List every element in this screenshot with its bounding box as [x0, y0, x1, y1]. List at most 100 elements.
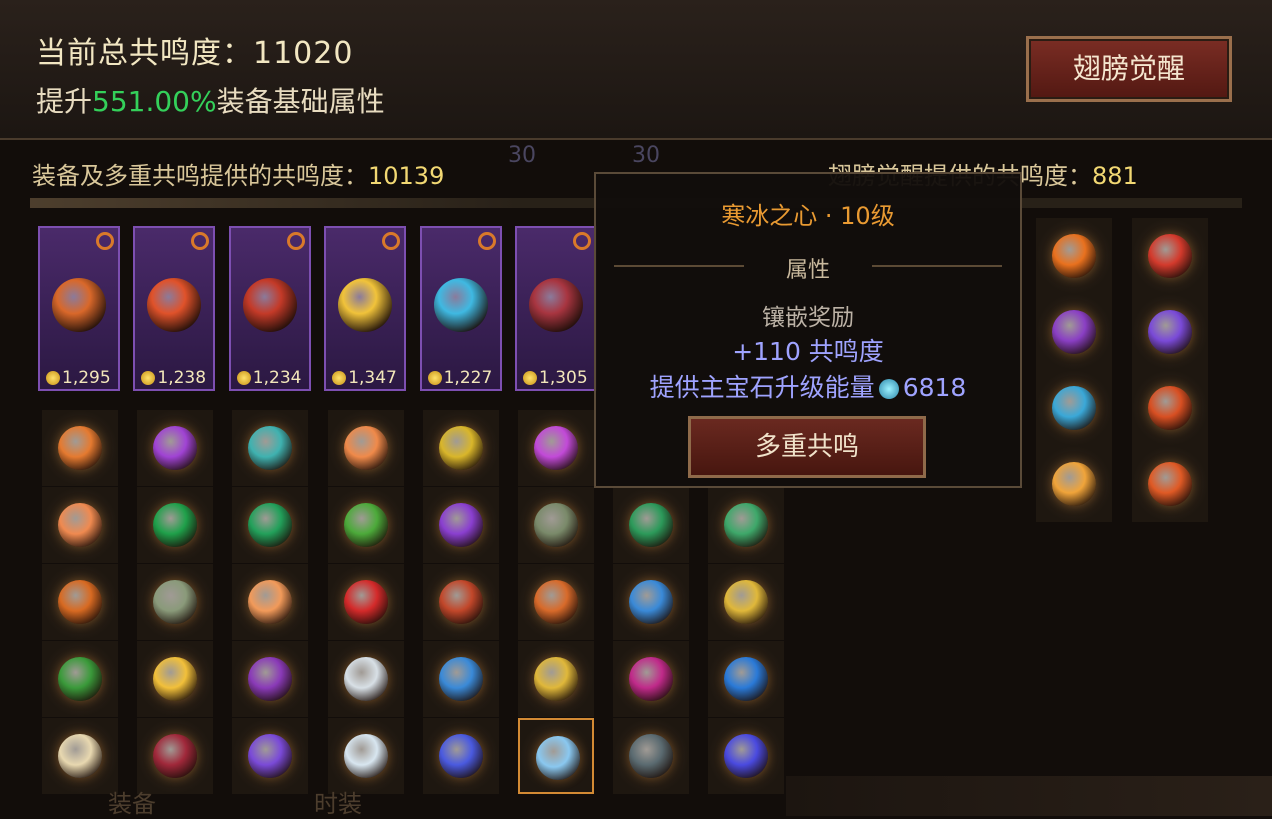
- gem-slot[interactable]: [232, 410, 309, 486]
- wing-awaken-button[interactable]: 翅膀觉醒: [1026, 36, 1232, 102]
- gem-slot[interactable]: [327, 487, 404, 563]
- gem-slot[interactable]: [232, 487, 309, 563]
- gem-slot[interactable]: [518, 410, 594, 486]
- gem-slot[interactable]: [422, 410, 499, 486]
- gem-slot[interactable]: [708, 641, 785, 717]
- equipment-slot-card[interactable]: 1,347: [324, 226, 407, 391]
- tab-fashion[interactable]: 时装: [314, 784, 362, 819]
- gem-icon: [58, 657, 102, 701]
- gem-icon: [1052, 386, 1096, 430]
- gem-slot[interactable]: [613, 487, 690, 563]
- total-resonance-title: 当前总共鸣度：11020: [36, 28, 353, 72]
- gem-slot[interactable]: [137, 487, 214, 563]
- gem-slot[interactable]: [518, 487, 594, 563]
- total-resonance-value: 11020: [253, 36, 354, 71]
- gem-slot[interactable]: [327, 718, 404, 794]
- gem-slot[interactable]: [42, 718, 118, 794]
- gem-icon: [534, 503, 578, 547]
- bonus-prefix: 提升: [36, 85, 93, 118]
- gem-icon: [1148, 386, 1192, 430]
- gem-slot[interactable]: [42, 641, 118, 717]
- gem-slot[interactable]: [327, 410, 404, 486]
- wing-gem-slot[interactable]: [1036, 370, 1112, 446]
- inlay-reward-label: 镶嵌奖励: [762, 305, 854, 331]
- gem-icon: [438, 426, 483, 470]
- gem-slot[interactable]: [518, 564, 594, 640]
- gem-icon: [58, 426, 102, 470]
- bottom-icon-bar: [786, 776, 1272, 816]
- gem-icon: [248, 580, 293, 624]
- energy-label: 提供主宝石升级能量: [649, 373, 875, 402]
- gem-slot[interactable]: [613, 564, 690, 640]
- equipment-slot-card[interactable]: 1,238: [133, 226, 216, 391]
- gem-slot[interactable]: [232, 564, 309, 640]
- equipment-slot-card[interactable]: 1,295: [38, 226, 120, 391]
- gem-icon: [153, 503, 198, 547]
- gem-slot[interactable]: [422, 641, 499, 717]
- resonance-swirl-icon: [96, 232, 114, 250]
- gem-icon: [248, 426, 293, 470]
- gem-slot[interactable]: [137, 410, 214, 486]
- gem-slot[interactable]: [613, 718, 690, 794]
- gem-icon: [433, 278, 488, 332]
- gem-name: 寒冰之心 · 10级: [721, 202, 895, 230]
- gem-icon: [343, 426, 388, 470]
- gem-slot[interactable]: [518, 641, 594, 717]
- gem-slot[interactable]: [708, 487, 785, 563]
- resonance-swirl-icon: [191, 232, 210, 250]
- equipment-slot-card[interactable]: 1,305: [515, 226, 597, 391]
- equipment-slot-card[interactable]: 1,227: [419, 226, 502, 391]
- energy-gem-icon: [878, 379, 899, 399]
- gem-icon: [52, 278, 106, 332]
- gem-slot[interactable]: [613, 641, 690, 717]
- wing-gem-slot[interactable]: [1036, 294, 1112, 370]
- gem-slot[interactable]: [232, 641, 309, 717]
- gem-icon: [629, 580, 674, 624]
- wing-gem-slot[interactable]: [1132, 218, 1208, 294]
- wing-gem-slot[interactable]: [1132, 294, 1208, 370]
- gem-slot[interactable]: [518, 718, 594, 794]
- coin-icon: [427, 371, 442, 385]
- resonance-bonus: +110 共鸣度: [732, 337, 884, 366]
- gem-slot[interactable]: [137, 718, 214, 794]
- gem-slot[interactable]: [422, 564, 499, 640]
- gem-icon: [724, 503, 769, 547]
- gem-slot[interactable]: [708, 718, 785, 794]
- equipment-resonance-label: 装备及多重共鸣提供的共鸣度：: [32, 162, 368, 190]
- resonance-swirl-icon: [573, 232, 591, 250]
- gem-icon: [1052, 310, 1096, 354]
- gem-slot[interactable]: [232, 718, 309, 794]
- gem-slot[interactable]: [137, 641, 214, 717]
- gem-slot[interactable]: [137, 564, 214, 640]
- gem-icon: [248, 503, 293, 547]
- gem-slot[interactable]: [327, 564, 404, 640]
- wing-gem-slot[interactable]: [1036, 446, 1112, 522]
- gem-icon: [1148, 310, 1192, 354]
- multi-resonance-button[interactable]: 多重共鸣: [688, 416, 926, 478]
- gem-slot[interactable]: [327, 641, 404, 717]
- wing-gem-slot[interactable]: [1132, 446, 1208, 522]
- gem-icon: [1052, 462, 1096, 506]
- resonance-swirl-icon: [477, 232, 496, 250]
- attribute-section-label: 属性: [785, 258, 830, 283]
- wing-resonance-value: 881: [1092, 162, 1138, 190]
- equipment-resonance-text: 装备及多重共鸣提供的共鸣度：10139: [32, 156, 444, 191]
- card-resonance-value: 1,234: [252, 368, 302, 388]
- tab-equipment[interactable]: 装备: [108, 784, 156, 819]
- gem-slot[interactable]: [422, 487, 499, 563]
- gem-icon: [58, 503, 102, 547]
- wing-gem-slot[interactable]: [1036, 218, 1112, 294]
- equipment-slot-card[interactable]: 1,234: [228, 226, 311, 391]
- gem-slot[interactable]: [422, 718, 499, 794]
- gem-icon: [438, 657, 483, 701]
- gem-slot[interactable]: [42, 487, 118, 563]
- wing-gem-slot[interactable]: [1132, 370, 1208, 446]
- gem-icon: [58, 580, 102, 624]
- gem-slot[interactable]: [42, 564, 118, 640]
- slot-number: 30: [632, 143, 660, 168]
- gem-icon: [1148, 462, 1192, 506]
- gem-slot[interactable]: [708, 564, 785, 640]
- gem-icon: [536, 736, 580, 780]
- gem-slot[interactable]: [42, 410, 118, 486]
- resonance-swirl-icon: [286, 232, 305, 250]
